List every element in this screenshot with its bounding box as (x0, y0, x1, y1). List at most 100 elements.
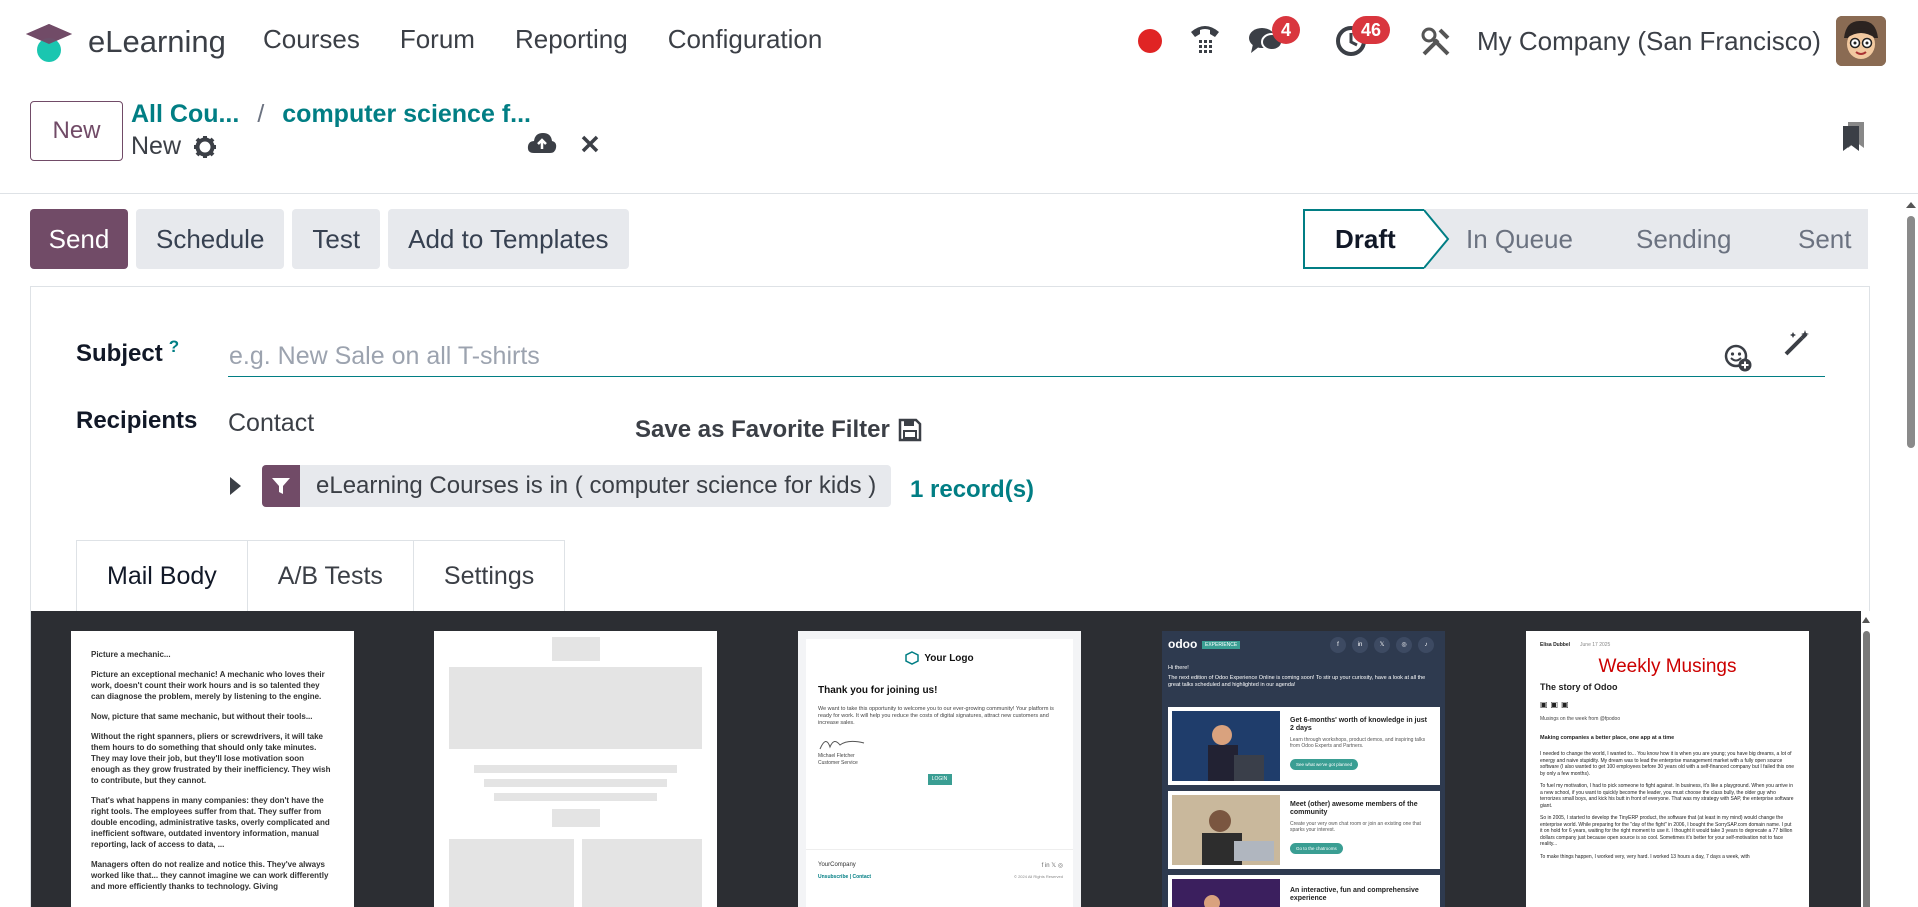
phone-icon[interactable] (1188, 22, 1222, 58)
floppy-disk-icon (898, 418, 922, 442)
template-gallery: Picture a mechanic... Picture an excepti… (31, 611, 1861, 907)
test-button[interactable]: Test (292, 209, 381, 269)
community-photo-icon (1172, 795, 1280, 865)
menu-configuration[interactable]: Configuration (668, 24, 823, 55)
welcome-heading: Thank you for joining us! (818, 685, 938, 696)
tab-ab-tests[interactable]: A/B Tests (246, 540, 414, 612)
activities-badge: 46 (1352, 16, 1391, 44)
gallery-scrollbar[interactable] (1861, 611, 1871, 907)
bookmark-icon[interactable] (1840, 118, 1868, 152)
musings-header: Elisa Dubbel June 17 2025 (1540, 641, 1795, 650)
control-panel: New All Cou... / computer science f... New (0, 84, 1918, 194)
welcome-signer: Michael Fletcher (818, 753, 855, 759)
recipients-model-select[interactable]: Contact (228, 409, 314, 438)
card-text: Learn through workshops, product demos, … (1290, 737, 1426, 749)
placeholder-block (582, 839, 702, 907)
add-to-templates-button[interactable]: Add to Templates (388, 209, 629, 269)
app-brand[interactable]: eLearning (24, 20, 226, 64)
discard-close-icon[interactable] (580, 134, 600, 154)
musings-byline: Musings on the week from @fpodoo (1540, 716, 1621, 722)
gallery-scroll-thumb[interactable] (1863, 631, 1870, 907)
template-paragraph: Managers often do not realize and notice… (91, 860, 329, 891)
stage-photo-icon (1172, 879, 1280, 907)
subject-label: Subject? (76, 337, 179, 368)
template-card-weekly-musings[interactable]: Elisa Dubbel June 17 2025 Weekly Musings… (1526, 631, 1809, 907)
page-scroll-thumb[interactable] (1907, 216, 1915, 448)
domain-filter-box (262, 465, 300, 507)
placeholder-block (449, 839, 574, 907)
current-record-label: New (131, 132, 182, 160)
placeholder-block (552, 637, 600, 661)
tiktok-icon: ♪ (1418, 637, 1434, 653)
menu-forum[interactable]: Forum (400, 24, 475, 55)
subject-help-icon[interactable]: ? (169, 337, 179, 356)
magic-wand-icon[interactable] (1783, 329, 1811, 357)
new-button[interactable]: New (30, 101, 123, 161)
action-bar: Send Schedule Test Add to Templates (30, 209, 629, 269)
company-switcher[interactable]: My Company (San Francisco) (1477, 26, 1821, 57)
form-tabs: Mail Body A/B Tests Settings (76, 540, 566, 612)
page-scrollbar[interactable] (1903, 198, 1918, 907)
domain-filter-tag[interactable]: eLearning Courses is in ( computer scien… (262, 465, 892, 507)
template-card-mechanic[interactable]: Picture a mechanic... Picture an excepti… (71, 631, 354, 907)
card-cta: Go to the chatrooms (1290, 843, 1343, 854)
musings-paragraph: To fuel my motivation, I had to pick som… (1540, 783, 1794, 809)
facebook-icon: f (1330, 637, 1346, 653)
card-text: Create your very own chat room or join a… (1290, 821, 1421, 833)
placeholder-line (484, 779, 667, 787)
stage-sending[interactable]: Sending (1594, 209, 1756, 269)
template-card-blank-layout[interactable] (434, 631, 717, 907)
card-title: Get 6-months' worth of knowledge in just… (1290, 717, 1427, 732)
odoo-card: An interactive, fun and comprehensive ex… (1168, 875, 1440, 907)
placeholder-line (474, 765, 677, 773)
card-title: Meet (other) awesome members of the comm… (1290, 801, 1418, 816)
breadcrumb-course[interactable]: computer science f... (282, 100, 531, 128)
welcome-footer: YourCompany Unsubscribe | Contact f in 𝕏… (806, 849, 1073, 907)
experience-tag: EXPERIENCE (1202, 641, 1241, 649)
template-card-welcome[interactable]: Your Logo Thank you for joining us! We w… (798, 631, 1081, 907)
avatar-face-icon (1836, 16, 1886, 66)
scroll-up-arrow-icon[interactable] (1861, 615, 1871, 625)
recording-indicator-icon[interactable] (1138, 29, 1162, 53)
placeholder-line (494, 793, 657, 801)
emoji-add-icon[interactable] (1724, 344, 1752, 372)
recipients-label: Recipients (76, 407, 198, 434)
musings-paragraph: To make things happen, I worked very, ve… (1540, 853, 1750, 860)
stage-sent[interactable]: Sent (1756, 209, 1868, 269)
schedule-button[interactable]: Schedule (136, 209, 285, 269)
page-scroll-up-arrow-icon[interactable] (1905, 200, 1917, 210)
domain-filter-text: eLearning Courses is in ( computer scien… (316, 472, 877, 499)
social-icons: f in 𝕏 ◎ ♪ (1330, 637, 1434, 653)
template-paragraph: Now, picture that same mechanic, but wit… (91, 712, 313, 721)
odoo-card: Get 6-months' worth of knowledge in just… (1168, 707, 1440, 785)
save-cloud-icon[interactable] (527, 131, 557, 155)
placeholder-block (552, 809, 600, 827)
send-button[interactable]: Send (30, 209, 128, 269)
user-avatar[interactable] (1836, 16, 1886, 66)
template-paragraph: Picture an exceptional mechanic! A mecha… (91, 670, 325, 701)
menu-reporting[interactable]: Reporting (515, 24, 628, 55)
subject-label-text: Subject (76, 340, 163, 367)
tab-mail-body[interactable]: Mail Body (76, 540, 248, 612)
logo-hex-icon (905, 651, 920, 665)
gear-icon[interactable] (193, 135, 217, 159)
save-favorite-filter-button[interactable]: Save as Favorite Filter (635, 416, 922, 444)
musings-author: Elisa Dubbel (1540, 642, 1571, 648)
breadcrumb-all-courses[interactable]: All Cou... (131, 100, 239, 128)
tools-icon[interactable] (1420, 26, 1452, 58)
stage-draft[interactable]: Draft (1303, 209, 1425, 269)
welcome-logo-text: Your Logo (924, 652, 974, 664)
signature-icon (819, 740, 865, 750)
welcome-signer-role: Customer Service (818, 760, 858, 766)
record-count-link[interactable]: 1 record(s) (910, 476, 1034, 504)
odoo-intro: The next edition of Odoo Experience Onli… (1168, 675, 1426, 688)
welcome-body: Your Logo Thank you for joining us! We w… (806, 639, 1073, 849)
musings-lead: Making companies a better place, one app… (1540, 735, 1675, 741)
x-icon: 𝕏 (1374, 637, 1390, 653)
tab-settings[interactable]: Settings (412, 540, 566, 612)
filter-icon (272, 478, 290, 494)
template-card-odoo-experience[interactable]: odoo EXPERIENCE f in 𝕏 ◎ ♪ Hi there! The… (1162, 631, 1445, 907)
subject-input[interactable]: e.g. New Sale on all T-shirts (228, 337, 1825, 377)
menu-courses[interactable]: Courses (263, 24, 360, 55)
caret-right-icon[interactable] (228, 475, 242, 497)
